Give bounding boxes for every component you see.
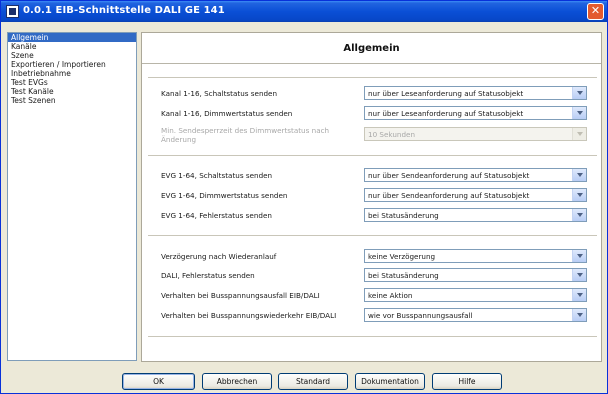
select-value: nur über Sendeanforderung auf Statusobje… xyxy=(368,191,530,200)
evg-dimmwertstatus-select[interactable]: nur über Sendeanforderung auf Statusobje… xyxy=(364,188,587,202)
setting-label: Min. Sendesperrzeit des Dimmwertstatus n… xyxy=(161,126,330,144)
cancel-button[interactable]: Abbrechen xyxy=(202,373,272,390)
select-value: nur über Leseanforderung auf Statusobjek… xyxy=(368,109,524,118)
evg-schaltstatus-select[interactable]: nur über Sendeanforderung auf Statusobje… xyxy=(364,168,587,182)
setting-label: EVG 1-64, Dimmwertstatus senden xyxy=(161,191,288,200)
help-button[interactable]: Hilfe xyxy=(432,373,502,390)
standard-button[interactable]: Standard xyxy=(278,373,348,390)
chevron-down-icon[interactable] xyxy=(572,189,586,201)
sidebar-item-test-szenen[interactable]: Test Szenen xyxy=(8,96,136,105)
chevron-down-icon[interactable] xyxy=(572,209,586,221)
chevron-down-icon[interactable] xyxy=(572,269,586,281)
sidebar-item-test-evgs[interactable]: Test EVGs xyxy=(8,78,136,87)
sidebar-item-kanaele[interactable]: Kanäle xyxy=(8,42,136,51)
setting-label: Verhalten bei Busspannungswiederkehr EIB… xyxy=(161,311,337,320)
select-value: bei Statusänderung xyxy=(368,211,439,220)
select-value: keine Verzögerung xyxy=(368,252,436,261)
chevron-down-icon[interactable] xyxy=(572,107,586,119)
section-divider xyxy=(148,336,597,337)
select-value: nur über Leseanforderung auf Statusobjek… xyxy=(368,89,524,98)
setting-label: Verhalten bei Busspannungsausfall EIB/DA… xyxy=(161,291,320,300)
settings-panel: Allgemein Kanal 1-16, Schaltstatus sende… xyxy=(141,32,602,362)
evg-fehlerstatus-select[interactable]: bei Statusänderung xyxy=(364,208,587,222)
sidebar-item-export-import[interactable]: Exportieren / Importieren xyxy=(8,60,136,69)
ok-button[interactable]: OK xyxy=(122,373,195,390)
section-divider xyxy=(148,155,597,156)
select-value: bei Statusänderung xyxy=(368,271,439,280)
select-value: wie vor Busspannungsausfall xyxy=(368,311,473,320)
sidebar-item-szene[interactable]: Szene xyxy=(8,51,136,60)
window-title: 0.0.1 EIB-Schnittstelle DALI GE 141 xyxy=(23,5,225,16)
title-bar[interactable]: 0.0.1 EIB-Schnittstelle DALI GE 141 ✕ xyxy=(1,1,607,22)
select-value: 10 Sekunden xyxy=(368,130,416,139)
chevron-down-icon[interactable] xyxy=(572,169,586,181)
verzoegerung-select[interactable]: keine Verzögerung xyxy=(364,249,587,263)
sendesperrzeit-select: 10 Sekunden xyxy=(364,127,587,141)
setting-label: Kanal 1-16, Schaltstatus senden xyxy=(161,89,278,98)
page-title: Allgemein xyxy=(343,43,400,54)
sidebar-nav: Allgemein Kanäle Szene Exportieren / Imp… xyxy=(7,32,137,361)
sidebar-item-allgemein[interactable]: Allgemein xyxy=(8,33,136,42)
section-divider xyxy=(148,235,597,236)
select-value: nur über Sendeanforderung auf Statusobje… xyxy=(368,171,530,180)
busspannungswiederkehr-select[interactable]: wie vor Busspannungsausfall xyxy=(364,308,587,322)
select-value: keine Aktion xyxy=(368,291,413,300)
dali-fehlerstatus-select[interactable]: bei Statusänderung xyxy=(364,268,587,282)
setting-label: Kanal 1-16, Dimmwertstatus senden xyxy=(161,109,293,118)
chevron-down-icon[interactable] xyxy=(572,87,586,99)
setting-label: EVG 1-64, Fehlerstatus senden xyxy=(161,211,272,220)
sidebar-item-inbetriebnahme[interactable]: Inbetriebnahme xyxy=(8,69,136,78)
chevron-down-icon[interactable] xyxy=(572,309,586,321)
dialog-window: 0.0.1 EIB-Schnittstelle DALI GE 141 ✕ Al… xyxy=(0,0,608,394)
documentation-button[interactable]: Dokumentation xyxy=(355,373,425,390)
chevron-down-icon[interactable] xyxy=(572,289,586,301)
setting-label: DALI, Fehlerstatus senden xyxy=(161,271,255,280)
kanal-schaltstatus-select[interactable]: nur über Leseanforderung auf Statusobjek… xyxy=(364,86,587,100)
setting-label: Verzögerung nach Wiederanlauf xyxy=(161,252,277,261)
busspannungsausfall-select[interactable]: keine Aktion xyxy=(364,288,587,302)
chevron-down-icon[interactable] xyxy=(572,250,586,262)
sidebar-item-test-kanaele[interactable]: Test Kanäle xyxy=(8,87,136,96)
section-divider xyxy=(148,77,597,78)
kanal-dimmwertstatus-select[interactable]: nur über Leseanforderung auf Statusobjek… xyxy=(364,106,587,120)
title-divider xyxy=(142,63,601,64)
close-button[interactable]: ✕ xyxy=(587,3,604,20)
app-icon xyxy=(6,5,19,18)
setting-label: EVG 1-64, Schaltstatus senden xyxy=(161,171,273,180)
chevron-down-icon xyxy=(572,128,586,140)
